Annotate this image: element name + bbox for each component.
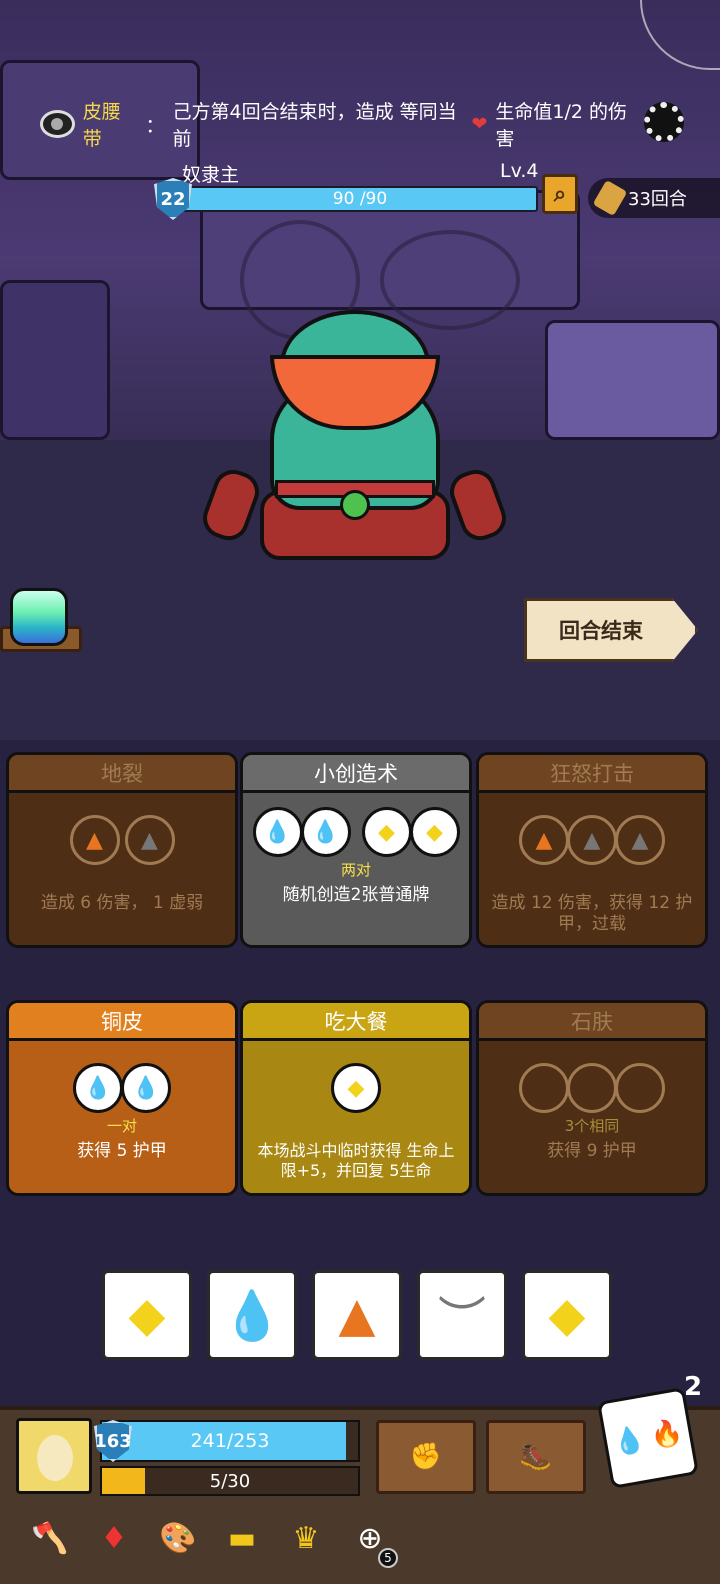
card-title: 小创造术 [243, 755, 469, 793]
die-water-drop-icon[interactable]: 💧 [207, 1270, 297, 1360]
enemy-info-search-icon[interactable]: ⌕ [542, 174, 578, 214]
card-description: 获得 9 护甲 [547, 1141, 637, 1161]
card-description: 获得 5 护甲 [77, 1141, 167, 1161]
card-title: 石肤 [479, 1003, 705, 1041]
ruby-icon[interactable]: ♦ [88, 1512, 140, 1564]
belt-icon [40, 110, 75, 138]
card-requirement: 两对 [340, 861, 371, 879]
card-earth-split[interactable]: 地裂 ▲ ▲ 造成 6 伤害， 1 虚弱 [6, 752, 238, 948]
inventory-bar: 🪓 ♦ 🎨 ▬ ♛ ⊕ 5 [0, 1508, 720, 1568]
card-copper-skin[interactable]: 铜皮 💧 💧 一对 获得 5 护甲 [6, 1000, 238, 1196]
water-slot-icon: 💧 [300, 807, 351, 857]
card-requirement: 3个相同 [564, 1117, 620, 1135]
enemy-level: Lv.4 [500, 160, 539, 182]
passive-text-end: 生命值1/2 的伤害 [495, 101, 628, 150]
round-text: 33回合 [628, 189, 687, 210]
rock-slot-icon: ▲ [615, 815, 665, 865]
die-diamond-icon[interactable]: ◆ [522, 1270, 612, 1360]
rock-slot-icon: ▲ [124, 815, 175, 865]
card-title: 铜皮 [9, 1003, 235, 1041]
empty-slot [519, 1063, 569, 1113]
rock-slot-icon: ▲ [69, 815, 120, 865]
palette-icon[interactable]: 🎨 [152, 1512, 204, 1564]
player-hp-text: 241/253 [190, 1430, 270, 1452]
card-feast[interactable]: 吃大餐 ◆ 本场战斗中临时获得 生命上限+5，并回复 5生命 [240, 1000, 472, 1196]
water-slot-icon: 💧 [121, 1063, 171, 1113]
card-rage-strike[interactable]: 狂怒打击 ▲ ▲ ▲ 造成 12 伤害，获得 12 护甲，过载 [476, 752, 708, 948]
heart-icon: ❤ [471, 113, 488, 135]
spider-web-icon [640, 0, 720, 70]
diamond-slot-icon: ◆ [331, 1063, 381, 1113]
enemy-goblin-slaver[interactable] [197, 300, 512, 600]
equipment-gauntlet-icon[interactable]: ✊ [376, 1420, 476, 1494]
die-rock-icon[interactable]: ▲ [312, 1270, 402, 1360]
rock-slot-icon: ▲ [567, 815, 617, 865]
settings-gear-icon[interactable] [644, 102, 684, 142]
player-hp-bar: 241/253 [100, 1420, 360, 1462]
player-energy-text: 5/30 [209, 1470, 251, 1492]
scroll-icon [592, 179, 628, 217]
card-minor-creation[interactable]: 小创造术 💧 💧 ◆ ◆ 两对 随机创造2张普通牌 [240, 752, 472, 948]
card-description: 本场战斗中临时获得 生命上限+5，并回复 5生命 [257, 1141, 455, 1180]
passive-effect[interactable]: 皮腰带： 己方第4回合结束时，造成 等同当前 ❤ 生命值1/2 的伤害 [40, 101, 640, 150]
player-avatar[interactable] [16, 1418, 92, 1494]
potion-jar-icon[interactable] [0, 582, 90, 660]
card-title: 吃大餐 [243, 1003, 469, 1041]
card-stone-skin[interactable]: 石肤 3个相同 获得 9 护甲 [476, 1000, 708, 1196]
axe-icon[interactable]: 🪓 [24, 1512, 76, 1564]
reroll-die-icon[interactable]: 💧 🔥 [597, 1387, 699, 1489]
card-requirement: 一对 [106, 1117, 137, 1135]
passive-name: 皮腰带 [82, 101, 121, 150]
player-energy-bar: 5/30 [100, 1466, 360, 1496]
card-title: 地裂 [9, 755, 235, 793]
dice-remaining-count: 2 [684, 1372, 703, 1402]
round-counter: 33回合 [588, 178, 720, 218]
card-description: 随机创造2张普通牌 [282, 885, 430, 905]
water-slot-icon: 💧 [252, 807, 303, 857]
empty-slot [615, 1063, 665, 1113]
enemy-hp-text: 90 /90 [332, 189, 388, 209]
card-title: 狂怒打击 [479, 755, 705, 793]
die-closed-eye-icon[interactable]: ︶ [417, 1270, 507, 1360]
passive-text: 己方第4回合结束时，造成 等同当前 [172, 101, 457, 150]
die-diamond-icon[interactable]: ◆ [102, 1270, 192, 1360]
rock-slot-icon: ▲ [519, 815, 569, 865]
equipment-boot-icon[interactable]: 🥾 [486, 1420, 586, 1494]
gold-bar-icon[interactable]: ▬ [216, 1512, 268, 1564]
diamond-slot-icon: ◆ [361, 807, 412, 857]
diamond-slot-icon: ◆ [409, 807, 460, 857]
end-turn-button[interactable]: 回合结束 [524, 598, 698, 662]
background-pillar [0, 280, 110, 440]
empty-slot [567, 1063, 617, 1113]
crown-icon[interactable]: ♛ [280, 1512, 332, 1564]
enemy-hp-bar: 90 /90 [182, 186, 538, 212]
inventory-count-badge: 5 [378, 1548, 398, 1568]
water-slot-icon: 💧 [73, 1063, 123, 1113]
enemy-name: 奴隶主 [182, 164, 240, 186]
card-description: 造成 6 伤害， 1 虚弱 [40, 893, 204, 913]
card-description: 造成 12 伤害，获得 12 护甲，过载 [491, 893, 693, 935]
background-tomb [545, 320, 720, 440]
button-icon[interactable]: ⊕ 5 [344, 1512, 398, 1568]
dice-hand: ◆ 💧 ▲ ︶ ◆ [102, 1270, 612, 1360]
